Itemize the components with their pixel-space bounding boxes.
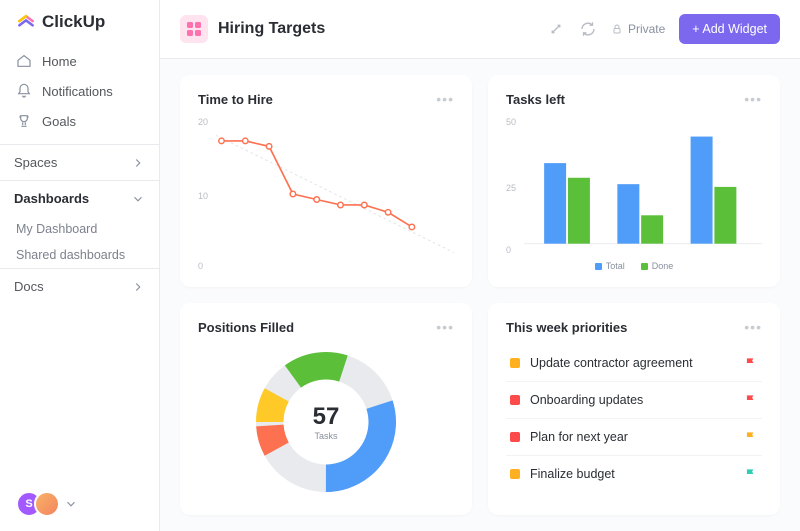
sidebar-item-my-dashboard[interactable]: My Dashboard bbox=[0, 216, 159, 242]
status-square-icon bbox=[510, 395, 520, 405]
card-title: Positions Filled bbox=[198, 320, 294, 335]
chevron-right-icon bbox=[131, 280, 145, 294]
nav-home[interactable]: Home bbox=[0, 46, 159, 76]
legend-item: Done bbox=[641, 261, 674, 271]
privacy-indicator[interactable]: Private bbox=[611, 22, 665, 36]
section-dashboards-label: Dashboards bbox=[14, 191, 89, 206]
nav-home-label: Home bbox=[42, 54, 77, 69]
page-title: Hiring Targets bbox=[218, 20, 325, 38]
list-item[interactable]: Update contractor agreement bbox=[506, 345, 762, 382]
expand-icon[interactable] bbox=[547, 20, 565, 38]
brand-name: ClickUp bbox=[42, 12, 105, 32]
card-positions-filled: Positions Filled ••• 57 Tasks bbox=[180, 303, 472, 515]
flag-icon bbox=[744, 393, 758, 407]
card-menu-icon[interactable]: ••• bbox=[436, 319, 454, 335]
add-widget-button[interactable]: + Add Widget bbox=[679, 14, 780, 44]
chevron-down-icon bbox=[64, 497, 78, 511]
chart-legend: Total Done bbox=[506, 261, 762, 271]
section-docs-label: Docs bbox=[14, 279, 44, 294]
main-content: Hiring Targets Private + Add Widget Time… bbox=[160, 0, 800, 531]
bar-chart: 50 25 0 bbox=[506, 117, 762, 255]
y-tick: 20 bbox=[198, 117, 208, 127]
line-chart: 20 10 0 bbox=[198, 117, 454, 271]
nav-goals[interactable]: Goals bbox=[0, 106, 159, 136]
y-tick: 25 bbox=[506, 183, 516, 193]
y-tick: 0 bbox=[506, 245, 511, 255]
priority-label: Onboarding updates bbox=[530, 393, 643, 407]
y-tick: 50 bbox=[506, 117, 516, 127]
card-menu-icon[interactable]: ••• bbox=[436, 91, 454, 107]
sidebar: ClickUp Home Notifications Goals Spaces … bbox=[0, 0, 160, 531]
section-docs: Docs bbox=[0, 268, 159, 304]
avatar bbox=[34, 491, 60, 517]
card-time-to-hire: Time to Hire ••• 20 10 0 bbox=[180, 75, 472, 287]
status-square-icon bbox=[510, 358, 520, 368]
flag-icon bbox=[744, 430, 758, 444]
brand-logo[interactable]: ClickUp bbox=[0, 0, 159, 46]
section-dashboards: Dashboards My Dashboard Shared dashboard… bbox=[0, 180, 159, 268]
status-square-icon bbox=[510, 432, 520, 442]
nav-notifications-label: Notifications bbox=[42, 84, 113, 99]
list-item[interactable]: Onboarding updates bbox=[506, 382, 762, 419]
card-title: This week priorities bbox=[506, 320, 627, 335]
priority-list: Update contractor agreement Onboarding u… bbox=[506, 345, 762, 492]
bell-icon bbox=[16, 83, 32, 99]
status-square-icon bbox=[510, 469, 520, 479]
top-actions: Private + Add Widget bbox=[547, 14, 780, 44]
section-spaces-label: Spaces bbox=[14, 155, 57, 170]
card-title: Tasks left bbox=[506, 92, 565, 107]
section-spaces: Spaces bbox=[0, 144, 159, 180]
widget-grid: Time to Hire ••• 20 10 0 bbox=[160, 59, 800, 531]
card-tasks-left: Tasks left ••• 50 25 0 Total bbox=[488, 75, 780, 287]
lock-icon bbox=[611, 23, 623, 35]
section-docs-header[interactable]: Docs bbox=[0, 269, 159, 304]
legend-item: Total bbox=[595, 261, 625, 271]
donut-chart: 57 Tasks bbox=[198, 345, 454, 499]
donut-label: Tasks bbox=[313, 431, 340, 441]
dashboard-icon bbox=[180, 15, 208, 43]
trophy-icon bbox=[16, 113, 32, 129]
list-item[interactable]: Finalize budget bbox=[506, 456, 762, 492]
sidebar-item-shared-dashboards[interactable]: Shared dashboards bbox=[0, 242, 159, 268]
priority-label: Finalize budget bbox=[530, 467, 615, 481]
refresh-icon[interactable] bbox=[579, 20, 597, 38]
flag-icon bbox=[744, 467, 758, 481]
flag-icon bbox=[744, 356, 758, 370]
card-menu-icon[interactable]: ••• bbox=[744, 91, 762, 107]
donut-value: 57 bbox=[313, 403, 340, 431]
nav-notifications[interactable]: Notifications bbox=[0, 76, 159, 106]
section-spaces-header[interactable]: Spaces bbox=[0, 145, 159, 180]
primary-nav: Home Notifications Goals bbox=[0, 46, 159, 144]
nav-goals-label: Goals bbox=[42, 114, 76, 129]
clickup-logo-icon bbox=[16, 12, 36, 32]
user-avatars[interactable]: S bbox=[0, 477, 159, 531]
priority-label: Plan for next year bbox=[530, 430, 628, 444]
home-icon bbox=[16, 53, 32, 69]
card-priorities: This week priorities ••• Update contract… bbox=[488, 303, 780, 515]
card-menu-icon[interactable]: ••• bbox=[744, 319, 762, 335]
topbar: Hiring Targets Private + Add Widget bbox=[160, 0, 800, 59]
chevron-down-icon bbox=[131, 192, 145, 206]
list-item[interactable]: Plan for next year bbox=[506, 419, 762, 456]
section-dashboards-header[interactable]: Dashboards bbox=[0, 181, 159, 216]
priority-label: Update contractor agreement bbox=[530, 356, 693, 370]
card-title: Time to Hire bbox=[198, 92, 273, 107]
privacy-label: Private bbox=[628, 22, 665, 36]
y-tick: 10 bbox=[198, 191, 208, 201]
chevron-right-icon bbox=[131, 156, 145, 170]
y-tick: 0 bbox=[198, 261, 203, 271]
